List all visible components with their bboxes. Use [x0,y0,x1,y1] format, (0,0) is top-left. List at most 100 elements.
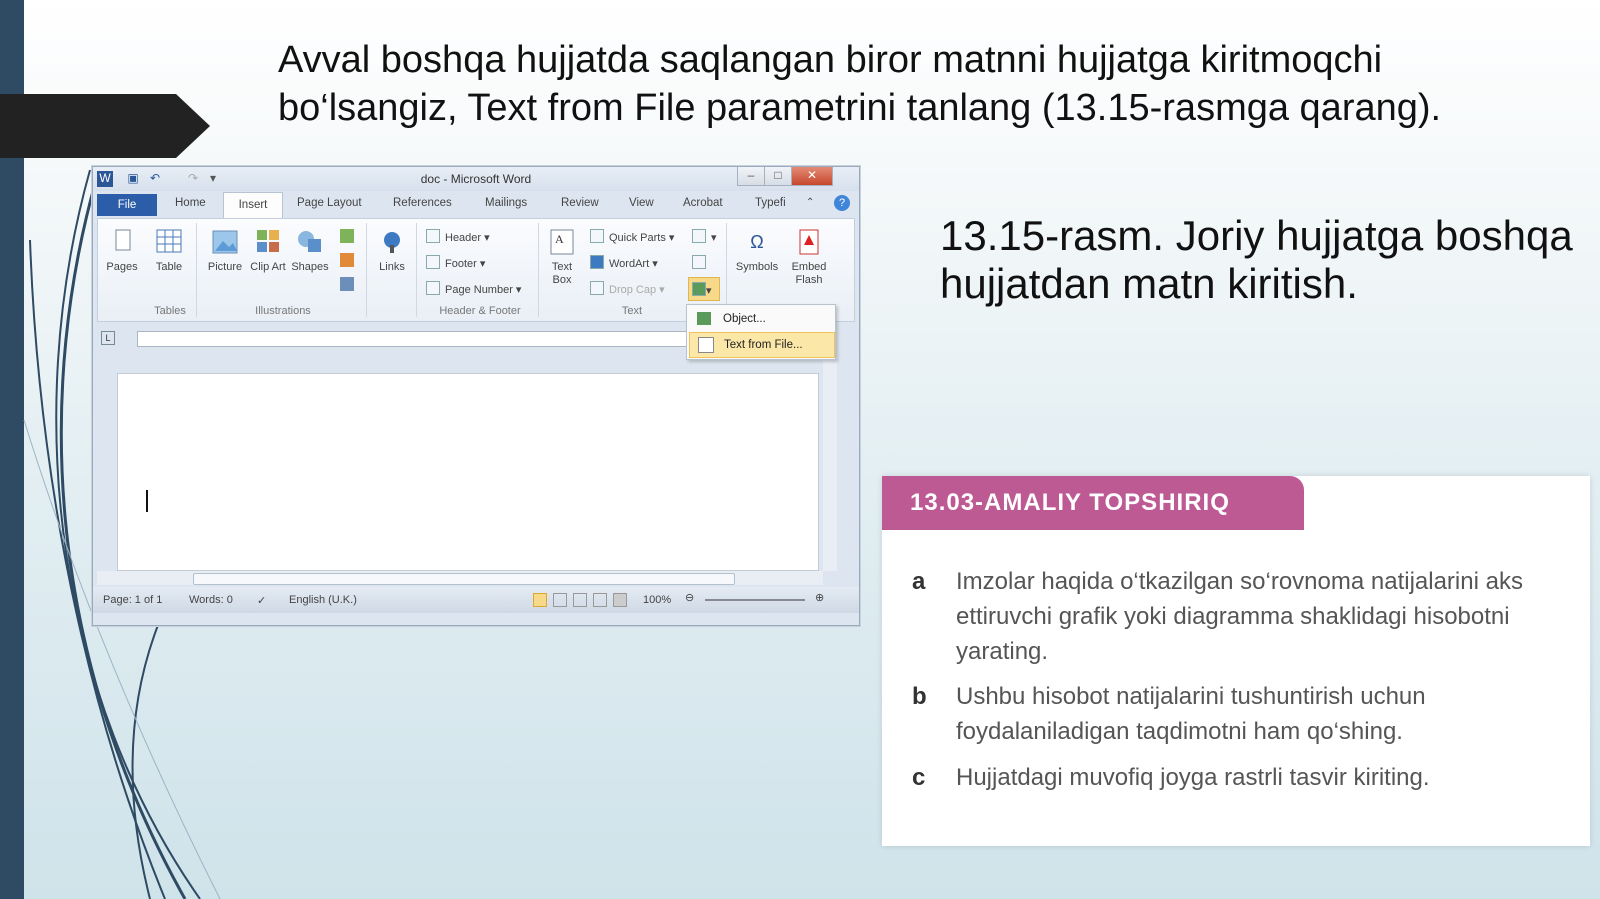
horizontal-scroll-thumb[interactable] [193,573,735,585]
item-text: Imzolar haqida o‘tkazilgan so‘rovnoma na… [956,568,1523,665]
zoom-out-icon[interactable]: ⊖ [685,591,694,604]
tab-file[interactable]: File [97,194,157,216]
print-layout-icon[interactable] [533,593,547,607]
tab-home[interactable]: Home [175,197,206,209]
assignment-card: 13.03-AMALIY TOPSHIRIQ a Imzolar haqida … [882,476,1590,846]
horizontal-scrollbar[interactable] [97,571,823,585]
wordart-label: WordArt [609,258,650,270]
smartart-chart-screenshot-group[interactable] [336,227,358,291]
figure-caption: 13.15-rasm. Joriy hujjatga boshqa hujjat… [940,212,1573,307]
text-cursor [146,490,148,512]
zoom-slider[interactable] [705,599,805,601]
tab-insert[interactable]: Insert [223,192,283,218]
table-label: Table [155,261,183,273]
help-icon[interactable]: ? [834,195,850,211]
status-bar: Page: 1 of 1 Words: 0 ✓ English (U.K.) 1… [93,587,859,613]
draft-icon[interactable] [613,593,627,607]
table-icon [156,229,182,253]
outline-icon[interactable] [593,593,607,607]
clip-art-button[interactable]: Clip Art [250,227,286,274]
tab-page-layout[interactable]: Page Layout [297,197,362,209]
links-icon [384,232,400,253]
quick-parts-button[interactable]: Quick Parts ▾ [590,229,674,244]
text-from-file-icon [698,337,714,353]
arrow-marker-shape [0,94,210,158]
object-icon [697,312,711,325]
pages-button[interactable]: Pages [102,227,142,274]
tab-view[interactable]: View [629,197,654,209]
shapes-button[interactable]: Shapes [288,227,332,274]
ruler-scale [137,331,719,347]
header-button[interactable]: Header ▾ [426,229,490,244]
zoom-level[interactable]: 100% [643,594,671,606]
footer-icon [426,255,440,269]
links-button[interactable]: Links [372,227,412,274]
language[interactable]: English (U.K.) [289,594,357,606]
date-time-button[interactable] [692,255,711,270]
drop-cap-icon [590,281,604,295]
menu-item-object-label: Object... [723,313,766,325]
tab-mailings[interactable]: Mailings [485,197,527,209]
picture-icon [212,230,238,254]
ribbon-separator [726,223,727,317]
page-number-label: Page Number [445,284,513,296]
zoom-in-icon[interactable]: ⊕ [815,591,824,604]
tab-references[interactable]: References [393,197,452,209]
word-window-screenshot: W ▣ ↶ ↷ ▾ doc - Microsoft Word – □ ✕ Fil… [92,166,860,626]
slide-title: Avval boshqa hujjatda saqlangan biror ma… [278,39,1442,129]
symbols-label: Symbols [735,261,779,273]
drop-cap-label: Drop Cap [609,284,657,296]
ribbon-separator [196,223,197,317]
tab-review[interactable]: Review [561,197,599,209]
ribbon-separator [366,223,367,317]
object-icon [692,282,706,296]
pages-label: Pages [106,261,138,273]
assignment-header-text: 13.03-AMALIY TOPSHIRIQ [910,489,1230,516]
symbols-button[interactable]: Ω Symbols [732,227,782,274]
word-count[interactable]: Words: 0 [189,594,233,606]
embed-flash-button[interactable]: Embed Flash [786,227,832,287]
vertical-scrollbar[interactable] [823,357,837,571]
close-button[interactable]: ✕ [791,167,833,186]
item-text: Ushbu hisobot natijalarini tushuntirish … [956,683,1426,745]
tab-selector-icon[interactable]: L [101,331,115,345]
page-number-button[interactable]: Page Number ▾ [426,281,521,296]
picture-label: Picture [207,261,243,273]
minimize-button[interactable]: – [737,167,765,186]
minimize-ribbon-icon[interactable]: ⌃ [806,197,814,208]
text-box-icon: A [550,229,574,255]
item-letter: a [912,568,926,595]
object-dropdown-button[interactable]: ▾ [688,277,720,301]
proofing-icon[interactable]: ✓ [257,594,266,607]
assignment-item-b: b Ushbu hisobot natijalarini tushuntiris… [912,679,1552,749]
pages-icon [115,229,131,251]
full-screen-reading-icon[interactable] [553,593,567,607]
menu-item-text-from-file-label: Text from File... [724,339,803,351]
word-title-bar: W ▣ ↶ ↷ ▾ doc - Microsoft Word – □ ✕ [93,167,859,191]
omega-icon: Ω [750,232,764,252]
picture-button[interactable]: Picture [202,227,248,274]
menu-item-object[interactable]: Object... [689,307,833,331]
drop-cap-button[interactable]: Drop Cap ▾ [590,281,665,296]
wordart-button[interactable]: WordArt ▾ [590,255,658,270]
table-button[interactable]: Table [148,227,190,274]
document-page[interactable] [117,373,819,571]
tab-typefi[interactable]: Typefi [755,197,786,209]
group-label-illustrations: Illustrations [255,305,311,317]
shapes-label: Shapes [291,261,329,273]
embed-flash-label: Embed Flash [791,261,827,286]
footer-button[interactable]: Footer ▾ [426,255,485,270]
text-box-label: Text Box [551,261,573,286]
ribbon-separator [416,223,417,317]
text-box-button[interactable]: A Text Box [544,227,580,287]
signature-line-icon [692,229,706,243]
maximize-button[interactable]: □ [764,167,792,186]
assignment-header: 13.03-AMALIY TOPSHIRIQ [882,476,1304,530]
signature-line-button[interactable]: ▾ [692,229,717,244]
tab-acrobat[interactable]: Acrobat [683,197,723,209]
page-count[interactable]: Page: 1 of 1 [103,594,162,606]
menu-item-text-from-file[interactable]: Text from File... [689,332,835,358]
web-layout-icon[interactable] [573,593,587,607]
screenshot-icon [340,277,354,291]
wordart-icon [590,255,604,269]
